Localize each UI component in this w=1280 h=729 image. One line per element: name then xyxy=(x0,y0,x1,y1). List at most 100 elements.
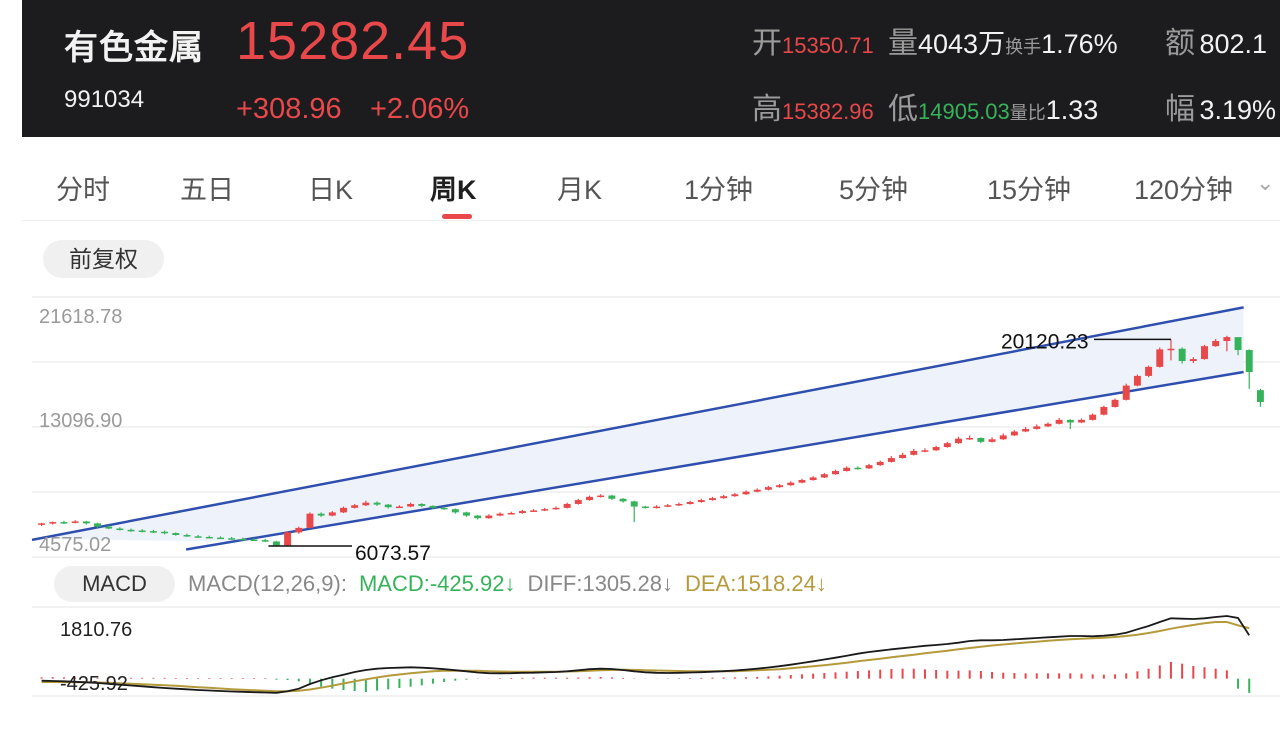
candle-body xyxy=(1010,431,1018,436)
candle-body xyxy=(362,502,370,506)
candle-body xyxy=(887,458,895,462)
candle-body xyxy=(105,526,113,529)
candle-body xyxy=(38,523,46,525)
candle-body xyxy=(328,512,336,516)
candle-body xyxy=(753,489,761,492)
candle-body xyxy=(820,474,828,478)
kline-chart[interactable]: 21618.7813096.904575.02 20120.236073.57 … xyxy=(22,0,1280,729)
candle-body xyxy=(228,538,236,540)
candle-body xyxy=(1245,350,1253,373)
candle-body xyxy=(384,504,392,508)
candle-body xyxy=(1066,419,1074,423)
candle-body xyxy=(966,437,974,440)
candle-body xyxy=(440,507,448,510)
candle-body xyxy=(876,461,884,466)
macd-bottom-tick: -425.92 xyxy=(60,673,128,695)
candle-body xyxy=(1156,349,1164,367)
candle-body xyxy=(71,521,79,523)
candle-body xyxy=(429,505,437,508)
candle-body xyxy=(485,515,493,519)
candle-body xyxy=(1212,340,1220,347)
candle-body xyxy=(832,470,839,475)
candle-body xyxy=(675,503,683,506)
candle-body xyxy=(686,502,694,504)
candle-body xyxy=(709,498,716,501)
candle-body xyxy=(552,507,560,510)
candle-body xyxy=(798,480,806,483)
candle-body xyxy=(943,443,951,448)
candle-body xyxy=(1201,346,1208,360)
candle-body xyxy=(530,510,538,512)
candle-body xyxy=(764,487,772,490)
candle-body xyxy=(60,522,68,524)
candle-body xyxy=(407,503,415,507)
candle-body xyxy=(977,437,985,442)
price-axis-labels: 21618.78 13096.90 4575.02 xyxy=(39,306,122,556)
candle-body xyxy=(731,494,739,497)
candle-body xyxy=(94,523,101,527)
candle-body xyxy=(351,505,359,508)
candle-body xyxy=(1223,337,1231,341)
candle-body xyxy=(261,540,269,542)
candle-body xyxy=(239,538,247,541)
candle-body xyxy=(127,529,135,532)
macd-indicator-button[interactable]: MACD xyxy=(54,566,175,602)
candle-body xyxy=(899,454,907,459)
candle-body xyxy=(697,500,705,503)
candle-body xyxy=(217,537,224,540)
candle-body xyxy=(1133,375,1141,386)
candle-body xyxy=(1033,426,1041,429)
macd-params: MACD(12,26,9): xyxy=(188,571,347,596)
candle-body xyxy=(1089,414,1097,420)
macd-panel: 1810.76 -425.92 xyxy=(32,606,1280,697)
candle-body xyxy=(149,531,157,533)
candle-body xyxy=(574,500,582,504)
price-axis-label: 4575.02 xyxy=(39,534,111,556)
candle-body xyxy=(317,513,325,516)
candle-body xyxy=(1100,406,1108,415)
candle-body xyxy=(1145,366,1153,376)
candle-body xyxy=(586,496,593,501)
candle-body xyxy=(451,509,459,513)
price-axis-label: 21618.78 xyxy=(39,306,122,328)
candle-body xyxy=(619,498,627,502)
macd-legend: MACD(12,26,9): MACD:-425.92↓ DIFF:1305.28↓… xyxy=(188,571,839,597)
candle-body xyxy=(988,439,996,442)
min-price-label: 6073.57 xyxy=(355,542,431,565)
candle-body xyxy=(418,503,426,506)
candle-body xyxy=(1111,399,1119,407)
diff-value: DIFF:1305.28↓ xyxy=(527,571,673,596)
candle-body xyxy=(541,509,549,511)
candle-body xyxy=(865,465,873,469)
app-screen: 有色金属 991034 15282.45 +308.96 +2.06% 开153… xyxy=(22,0,1280,729)
candle-body xyxy=(295,527,303,533)
candle-body xyxy=(664,505,672,507)
candle-body xyxy=(395,506,403,509)
candle-body xyxy=(507,513,515,515)
candle-body xyxy=(910,450,918,455)
macd-top-tick: 1810.76 xyxy=(60,619,132,641)
candle-body xyxy=(999,435,1007,440)
candle-body xyxy=(932,447,940,451)
candle-body xyxy=(608,495,616,499)
candle-body xyxy=(1189,359,1197,362)
candle-body xyxy=(720,496,728,499)
candle-body xyxy=(1178,348,1186,362)
candle-body xyxy=(630,501,638,507)
channel-lower-line xyxy=(185,370,1244,551)
candle-body xyxy=(518,511,526,514)
max-price-label: 20120.23 xyxy=(1001,330,1089,353)
candle-body xyxy=(921,450,929,452)
diff-line xyxy=(41,615,1250,694)
candle-body xyxy=(138,530,146,532)
candle-body xyxy=(597,495,605,498)
candle-body xyxy=(1022,428,1030,432)
candle-body xyxy=(250,539,258,542)
candle-body xyxy=(653,506,661,509)
candle-body xyxy=(955,438,962,444)
dea-line xyxy=(41,621,1250,693)
candle-body xyxy=(854,467,862,470)
candle-body xyxy=(641,506,649,509)
candle-body xyxy=(373,502,381,505)
candle-body xyxy=(474,515,482,519)
